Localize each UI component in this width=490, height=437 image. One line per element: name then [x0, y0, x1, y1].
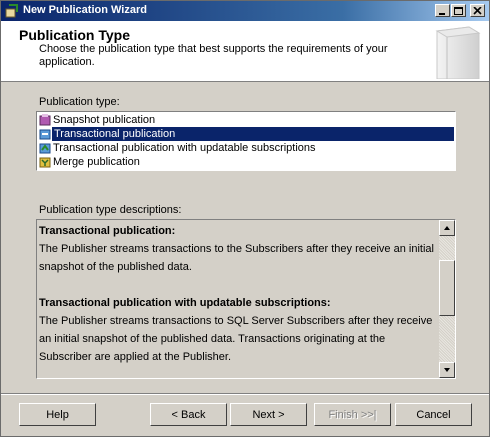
list-item-snapshot[interactable]: Snapshot publication [38, 113, 454, 127]
descriptions-scrollbar[interactable] [439, 220, 455, 378]
next-button[interactable]: Next > [230, 403, 307, 426]
maximize-icon [454, 7, 463, 15]
finish-button[interactable]: Finish >>| [314, 403, 391, 426]
window-title: New Publication Wizard [23, 4, 147, 16]
list-item-transactional[interactable]: Transactional publication [38, 127, 454, 141]
minimize-icon [439, 13, 445, 15]
descriptions-label: Publication type descriptions: [39, 204, 182, 216]
scroll-thumb[interactable] [439, 260, 455, 316]
publication-descriptions-box[interactable]: Transactional publication: The Publisher… [36, 219, 456, 379]
list-item-label: Merge publication [53, 156, 140, 168]
minimize-button[interactable] [435, 4, 450, 17]
title-bar[interactable]: New Publication Wizard [1, 1, 489, 21]
scroll-up-button[interactable] [439, 220, 455, 236]
publication-type-list[interactable]: Snapshot publication Transactional publi… [36, 111, 456, 171]
merge-publication-icon [39, 157, 51, 168]
cancel-button[interactable]: Cancel [395, 403, 472, 426]
button-separator [1, 393, 489, 395]
description-body: The Publisher streams transactions to th… [39, 243, 434, 273]
updatable-publication-icon [39, 143, 51, 154]
description-heading: Transactional publication with updatable… [39, 297, 331, 309]
list-item-merge[interactable]: Merge publication [38, 155, 454, 169]
arrow-up-icon [444, 226, 450, 230]
maximize-button[interactable] [451, 4, 466, 17]
publication-type-label: Publication type: [39, 96, 120, 108]
wizard-window: New Publication Wizard Publication Type … [0, 0, 490, 437]
scroll-down-button[interactable] [439, 362, 455, 378]
list-item-updatable[interactable]: Transactional publication with updatable… [38, 141, 454, 155]
page-description: Choose the publication type that best su… [39, 43, 388, 68]
arrow-down-icon [444, 368, 450, 372]
close-button[interactable] [470, 4, 485, 17]
help-button[interactable]: Help [19, 403, 96, 426]
list-item-label: Transactional publication [52, 127, 454, 141]
page-title: Publication Type [19, 27, 130, 43]
description-spacer [39, 276, 435, 294]
snapshot-publication-icon [39, 114, 51, 126]
description-heading: Transactional publication: [39, 225, 176, 237]
transactional-publication-icon [39, 129, 51, 140]
description-body: The Publisher streams transactions to SQ… [39, 315, 433, 363]
wizard-app-icon [5, 4, 18, 18]
descriptions-content: Transactional publication: The Publisher… [39, 222, 435, 366]
list-item-label: Transactional publication with updatable… [53, 142, 316, 154]
list-item-label: Snapshot publication [53, 114, 156, 126]
header-graphic-icon [435, 26, 481, 79]
close-icon [473, 7, 482, 15]
wizard-header: Publication Type Choose the publication … [1, 21, 489, 82]
back-button[interactable]: < Back [150, 403, 227, 426]
